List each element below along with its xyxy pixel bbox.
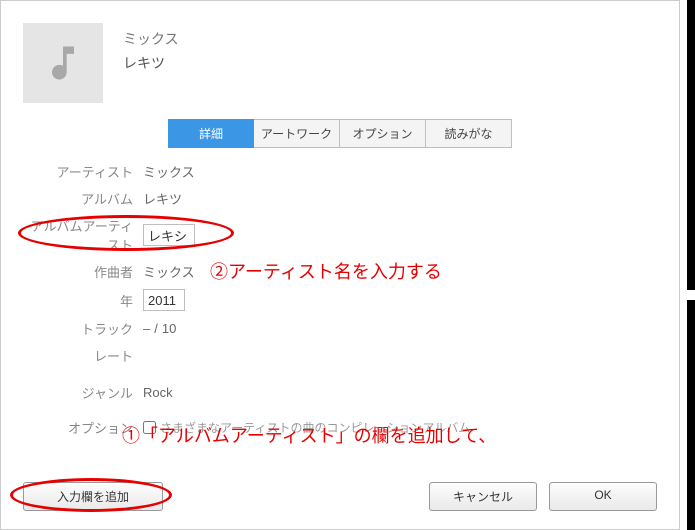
composer-label: 作曲者 [23, 262, 143, 281]
crop-edge-bottom [687, 300, 695, 530]
album-label: アルバム [23, 189, 143, 208]
crop-edge-top [687, 0, 695, 290]
artist-label: アーティスト [23, 162, 143, 181]
music-note-icon [41, 41, 85, 85]
year-label: 年 [23, 291, 143, 310]
row-year: 年 [23, 289, 657, 311]
compilation-text: さまざまなアーティストの曲のコンピレーションアルバム [160, 419, 470, 436]
album-artist-label: アルバムアーティスト [23, 216, 143, 254]
row-composer: 作曲者 ミックス [23, 262, 657, 281]
genre-label: ジャンル [23, 383, 143, 402]
info-dialog: ミックス レキツ 詳細 アートワーク オプション 読みがな アーティスト ミック… [0, 0, 680, 530]
details-form: アーティスト ミックス アルバム レキツ アルバムアーティスト 作曲者 ミックス… [1, 162, 679, 437]
dialog-header: ミックス レキツ [1, 1, 679, 113]
header-text-block: ミックス レキツ [123, 23, 179, 73]
row-track: トラック – / 10 [23, 319, 657, 338]
rate-label: レート [23, 346, 143, 365]
track-title: ミックス [123, 29, 179, 49]
row-rate: レート [23, 346, 657, 365]
genre-value: Rock [143, 385, 173, 400]
track-subtitle: レキツ [123, 53, 179, 73]
artist-value: ミックス [143, 162, 195, 181]
year-input[interactable] [143, 289, 185, 311]
compilation-checkbox[interactable] [143, 421, 156, 434]
track-dash: – [143, 321, 150, 336]
dialog-footer: 入力欄を追加 キャンセル OK [1, 482, 679, 511]
track-value: – / 10 [143, 321, 176, 336]
tab-yomi[interactable]: 読みがな [426, 119, 512, 148]
tab-options[interactable]: オプション [340, 119, 426, 148]
track-sep: / [154, 321, 158, 336]
option-label: オプション [23, 418, 143, 437]
album-artist-input[interactable] [143, 224, 195, 246]
row-artist: アーティスト ミックス [23, 162, 657, 181]
ok-button[interactable]: OK [549, 482, 657, 511]
add-field-button[interactable]: 入力欄を追加 [23, 482, 163, 511]
row-album: アルバム レキツ [23, 189, 657, 208]
album-artwork-placeholder [23, 23, 103, 103]
composer-value: ミックス [143, 262, 195, 281]
row-option: オプション さまざまなアーティストの曲のコンピレーションアルバム [23, 418, 657, 437]
row-album-artist: アルバムアーティスト [23, 216, 657, 254]
album-value: レキツ [143, 189, 182, 208]
tab-bar: 詳細 アートワーク オプション 読みがな [1, 113, 679, 162]
track-total: 10 [162, 321, 176, 336]
track-label: トラック [23, 319, 143, 338]
cancel-button[interactable]: キャンセル [429, 482, 537, 511]
row-genre: ジャンル Rock [23, 383, 657, 402]
tab-artwork[interactable]: アートワーク [254, 119, 340, 148]
tab-details[interactable]: 詳細 [168, 119, 254, 148]
